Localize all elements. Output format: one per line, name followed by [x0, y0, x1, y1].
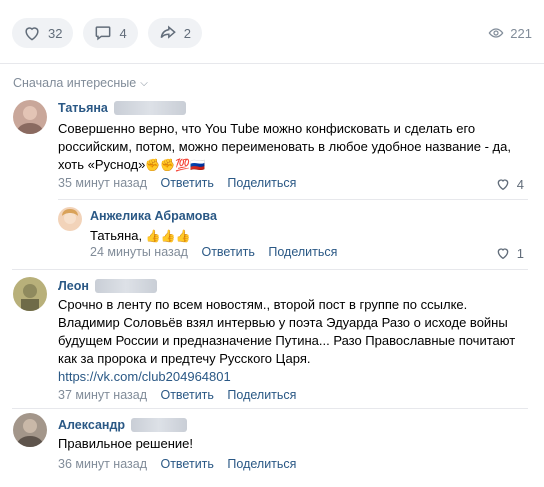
- emoji-reaction: ✊✊💯🇷🇺: [145, 158, 206, 172]
- sort-dropdown[interactable]: Сначала интересные ⌵: [13, 76, 148, 90]
- comment-link[interactable]: https://vk.com/club204964801: [58, 368, 515, 386]
- eye-icon: [488, 28, 504, 38]
- like-button[interactable]: 32: [12, 18, 74, 48]
- divider: [58, 199, 528, 200]
- comment-text: Срочно в ленту по всем новостям., второй…: [58, 297, 516, 386]
- comment-author[interactable]: Анжелика Абрамова: [90, 209, 217, 223]
- comment-button[interactable]: 4: [83, 18, 138, 48]
- comment-meta: 35 минут назад Ответить Поделиться: [58, 176, 306, 190]
- chevron-down-icon: ⌵: [140, 77, 148, 89]
- comment-time[interactable]: 24 минуты назад: [90, 245, 188, 259]
- share-comment-button[interactable]: Поделиться: [227, 176, 296, 190]
- share-button[interactable]: 2: [147, 18, 202, 48]
- reply-button[interactable]: Ответить: [160, 388, 213, 402]
- post-action-bar: 32 4 2 221: [12, 18, 532, 48]
- comment-text: Правильное решение!: [58, 436, 193, 451]
- share-comment-button[interactable]: Поделиться: [227, 388, 296, 402]
- divider: [12, 408, 528, 409]
- divider: [12, 269, 528, 270]
- views-counter: 221: [488, 25, 532, 41]
- reply-button[interactable]: Ответить: [160, 457, 213, 471]
- avatar[interactable]: [13, 413, 47, 447]
- comment-time[interactable]: 35 минут назад: [58, 176, 147, 190]
- share-comment-button[interactable]: Поделиться: [227, 457, 296, 471]
- comment-meta: 36 минут назад Ответить Поделиться: [58, 457, 306, 471]
- heart-icon: [497, 248, 509, 260]
- comment-time[interactable]: 37 минут назад: [58, 388, 147, 402]
- emoji-reaction: 👍👍👍: [145, 229, 191, 243]
- comment-bubble-icon: [96, 26, 111, 41]
- divider: [0, 63, 544, 64]
- reply-button[interactable]: Ответить: [201, 245, 254, 259]
- comment-text: Татьяна, 👍👍👍: [90, 228, 191, 243]
- comment-count: 4: [119, 25, 127, 41]
- comment-like-button[interactable]: 4: [495, 176, 524, 192]
- comment-author[interactable]: Александр: [58, 418, 188, 432]
- comment-author[interactable]: Татьяна: [58, 101, 186, 115]
- blurred-surname: [94, 279, 157, 293]
- avatar[interactable]: [58, 207, 82, 231]
- share-arrow-icon: [160, 25, 176, 39]
- comment-like-button[interactable]: 1: [495, 245, 524, 261]
- blurred-surname: [113, 101, 186, 115]
- heart-icon: [497, 179, 509, 191]
- sort-label: Сначала интересные: [13, 76, 137, 90]
- avatar[interactable]: [13, 277, 47, 311]
- share-comment-button[interactable]: Поделиться: [268, 245, 337, 259]
- views-count: 221: [510, 25, 532, 41]
- reply-button[interactable]: Ответить: [160, 176, 213, 190]
- comment-author[interactable]: Леон: [58, 279, 157, 293]
- comment-text: Совершенно верно, что You Tube можно кон…: [58, 121, 511, 172]
- comment-time[interactable]: 36 минут назад: [58, 457, 147, 471]
- blurred-surname: [131, 418, 188, 432]
- share-count: 2: [183, 25, 191, 41]
- comment-meta: 37 минут назад Ответить Поделиться: [58, 388, 306, 402]
- like-count: 32: [48, 25, 63, 41]
- heart-icon: [25, 27, 39, 41]
- avatar[interactable]: [13, 100, 47, 134]
- comment-meta: 24 минуты назад Ответить Поделиться: [90, 245, 347, 259]
